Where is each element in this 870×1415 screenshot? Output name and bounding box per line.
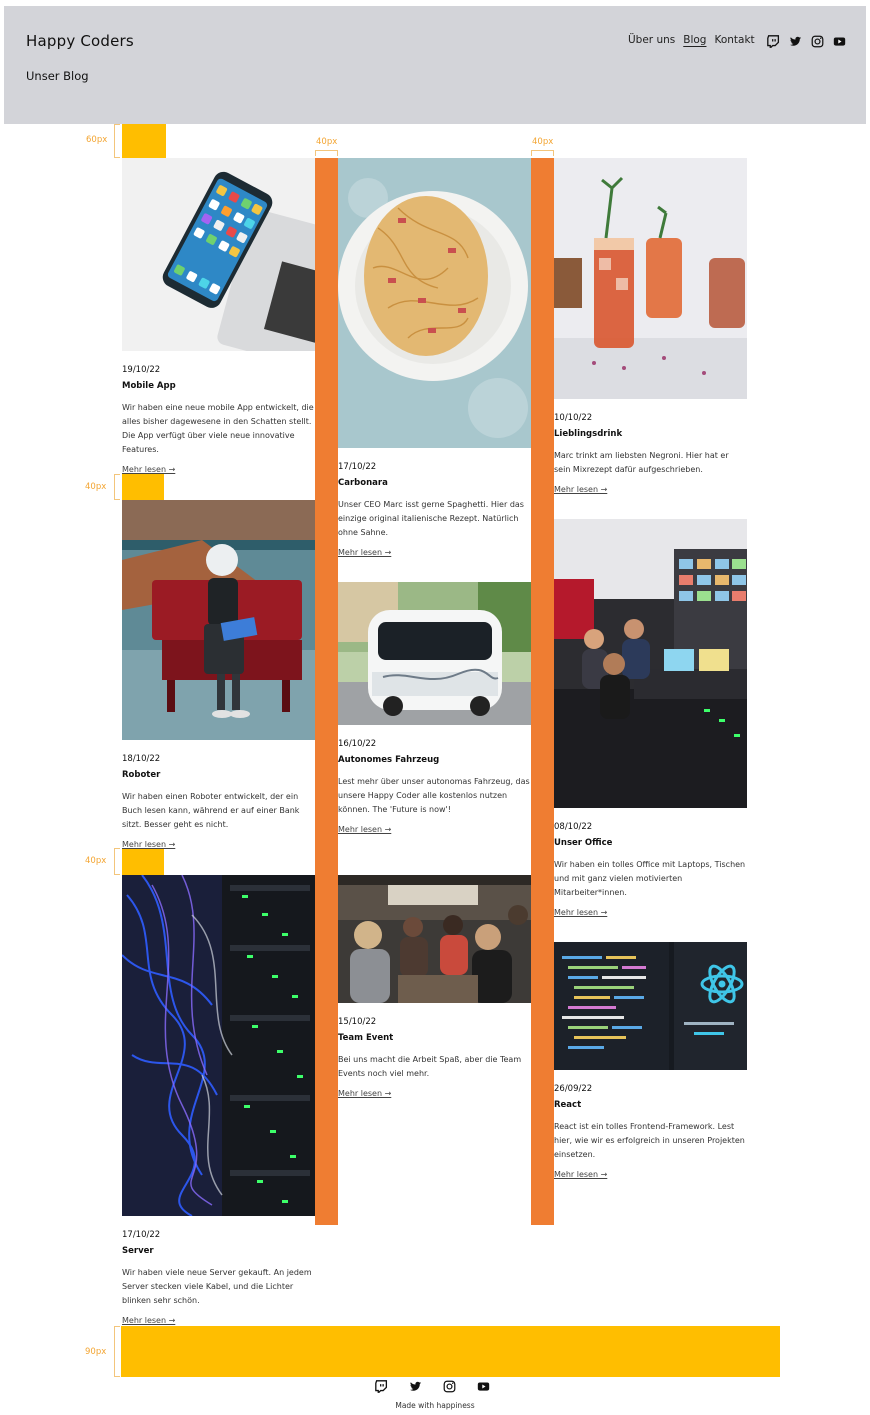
post-date: 16/10/22 — [338, 739, 377, 749]
site-logo[interactable]: Happy Coders — [26, 32, 134, 50]
read-more-link[interactable]: Mehr lesen → — [122, 465, 175, 474]
gutter-1-label: 40px — [316, 137, 338, 147]
top-spacer-bracket — [114, 124, 120, 158]
read-more-link[interactable]: Mehr lesen → — [554, 908, 607, 917]
post-date: 08/10/22 — [554, 822, 593, 832]
site-header: Happy Coders Unser Blog Über uns Blog Ko… — [4, 6, 866, 124]
bottom-spacer-marker — [121, 1326, 780, 1377]
post-card-server: 17/10/22 Server Wir haben viele neue Ser… — [122, 875, 315, 1327]
gutter-2-label: 40px — [532, 137, 554, 147]
page-subtitle: Unser Blog — [26, 69, 89, 83]
post-title[interactable]: Unser Office — [554, 838, 747, 848]
post-card-team-event: 15/10/22 Team Event Bei uns macht die Ar… — [338, 875, 531, 1100]
instagram-icon[interactable] — [442, 1379, 456, 1393]
post-image-robot[interactable] — [122, 500, 315, 740]
post-excerpt: Wir haben ein tolles Office mit Laptops,… — [554, 860, 746, 897]
post-image-office[interactable] — [554, 519, 747, 808]
read-more-link[interactable]: Mehr lesen → — [122, 840, 175, 849]
post-image-shuttle[interactable] — [338, 582, 531, 725]
top-spacer-marker — [122, 124, 166, 158]
twitch-icon[interactable] — [766, 34, 780, 48]
post-excerpt: Wir haben einen Roboter entwickelt, der … — [122, 792, 300, 829]
instagram-icon[interactable] — [810, 34, 824, 48]
post-title[interactable]: Mobile App — [122, 381, 315, 391]
post-date: 10/10/22 — [554, 413, 593, 423]
post-excerpt: Wir haben eine neue mobile App entwickel… — [122, 403, 314, 454]
footer-credit: Made with happiness — [395, 1401, 475, 1410]
post-date: 15/10/22 — [338, 1017, 377, 1027]
post-title[interactable]: Carbonara — [338, 478, 531, 488]
post-excerpt: Wir haben viele neue Server gekauft. An … — [122, 1268, 312, 1305]
youtube-icon[interactable] — [476, 1379, 490, 1393]
post-card-roboter: 18/10/22 Roboter Wir haben einen Roboter… — [122, 500, 315, 851]
post-date: 17/10/22 — [122, 1230, 161, 1240]
post-card-react: 26/09/22 React React ist ein tolles Fron… — [554, 942, 747, 1181]
row-gap-marker-1 — [122, 474, 164, 500]
read-more-link[interactable]: Mehr lesen → — [122, 1316, 175, 1325]
row-gap-1-bracket — [114, 474, 120, 500]
post-title[interactable]: Roboter — [122, 770, 315, 780]
post-card-autonomes-fahrzeug: 16/10/22 Autonomes Fahrzeug Lest mehr üb… — [338, 582, 531, 836]
header-social-links — [766, 34, 846, 48]
footer-social-links — [374, 1379, 490, 1393]
bottom-spacer-label: 90px — [85, 1347, 107, 1357]
top-spacer-label: 60px — [86, 135, 108, 145]
post-date: 18/10/22 — [122, 754, 161, 764]
gutter-2-bracket — [531, 150, 554, 156]
post-image-server[interactable] — [122, 875, 315, 1216]
post-excerpt: Lest mehr über unser autonomas Fahrzeug,… — [338, 777, 530, 814]
post-card-unser-office: 08/10/22 Unser Office Wir haben ein toll… — [554, 519, 747, 919]
nav-link-ueber-uns[interactable]: Über uns — [628, 34, 675, 46]
read-more-link[interactable]: Mehr lesen → — [338, 825, 391, 834]
nav-link-blog[interactable]: Blog — [683, 34, 706, 46]
post-excerpt: Bei uns macht die Arbeit Spaß, aber die … — [338, 1055, 522, 1078]
column-gutter-1 — [315, 158, 338, 1225]
post-image-team[interactable] — [338, 875, 531, 1003]
post-image-phone[interactable] — [122, 158, 315, 351]
post-title[interactable]: Server — [122, 1246, 315, 1256]
read-more-link[interactable]: Mehr lesen → — [554, 485, 607, 494]
post-excerpt: Unser CEO Marc isst gerne Spaghetti. Hie… — [338, 500, 524, 537]
post-date: 19/10/22 — [122, 365, 161, 375]
twitter-icon[interactable] — [788, 34, 802, 48]
post-card-carbonara: 17/10/22 Carbonara Unser CEO Marc isst g… — [338, 158, 531, 559]
twitter-icon[interactable] — [408, 1379, 422, 1393]
read-more-link[interactable]: Mehr lesen → — [554, 1170, 607, 1179]
bottom-spacer-bracket — [114, 1326, 120, 1377]
row-gap-2-bracket — [114, 848, 120, 875]
post-excerpt: Marc trinkt am liebsten Negroni. Hier ha… — [554, 451, 729, 474]
post-image-react[interactable] — [554, 942, 747, 1070]
read-more-link[interactable]: Mehr lesen → — [338, 548, 391, 557]
youtube-icon[interactable] — [832, 34, 846, 48]
main-nav: Über uns Blog Kontakt — [628, 34, 755, 46]
row-gap-marker-2 — [122, 848, 164, 875]
row-gap-1-label: 40px — [85, 482, 107, 492]
post-title[interactable]: Team Event — [338, 1033, 531, 1043]
post-image-drinks[interactable] — [554, 158, 747, 399]
post-title[interactable]: Autonomes Fahrzeug — [338, 755, 531, 765]
post-title[interactable]: React — [554, 1100, 747, 1110]
post-card-mobile-app: 19/10/22 Mobile App Wir haben eine neue … — [122, 158, 315, 476]
read-more-link[interactable]: Mehr lesen → — [338, 1089, 391, 1098]
row-gap-2-label: 40px — [85, 856, 107, 866]
post-excerpt: React ist ein tolles Frontend-Framework.… — [554, 1122, 745, 1159]
twitch-icon[interactable] — [374, 1379, 388, 1393]
post-date: 26/09/22 — [554, 1084, 593, 1094]
gutter-1-bracket — [315, 150, 338, 156]
post-card-lieblingsdrink: 10/10/22 Lieblingsdrink Marc trinkt am l… — [554, 158, 747, 496]
nav-link-kontakt[interactable]: Kontakt — [714, 34, 754, 46]
post-date: 17/10/22 — [338, 462, 377, 472]
column-gutter-2 — [531, 158, 554, 1225]
post-title[interactable]: Lieblingsdrink — [554, 429, 747, 439]
post-image-pasta[interactable] — [338, 158, 531, 448]
